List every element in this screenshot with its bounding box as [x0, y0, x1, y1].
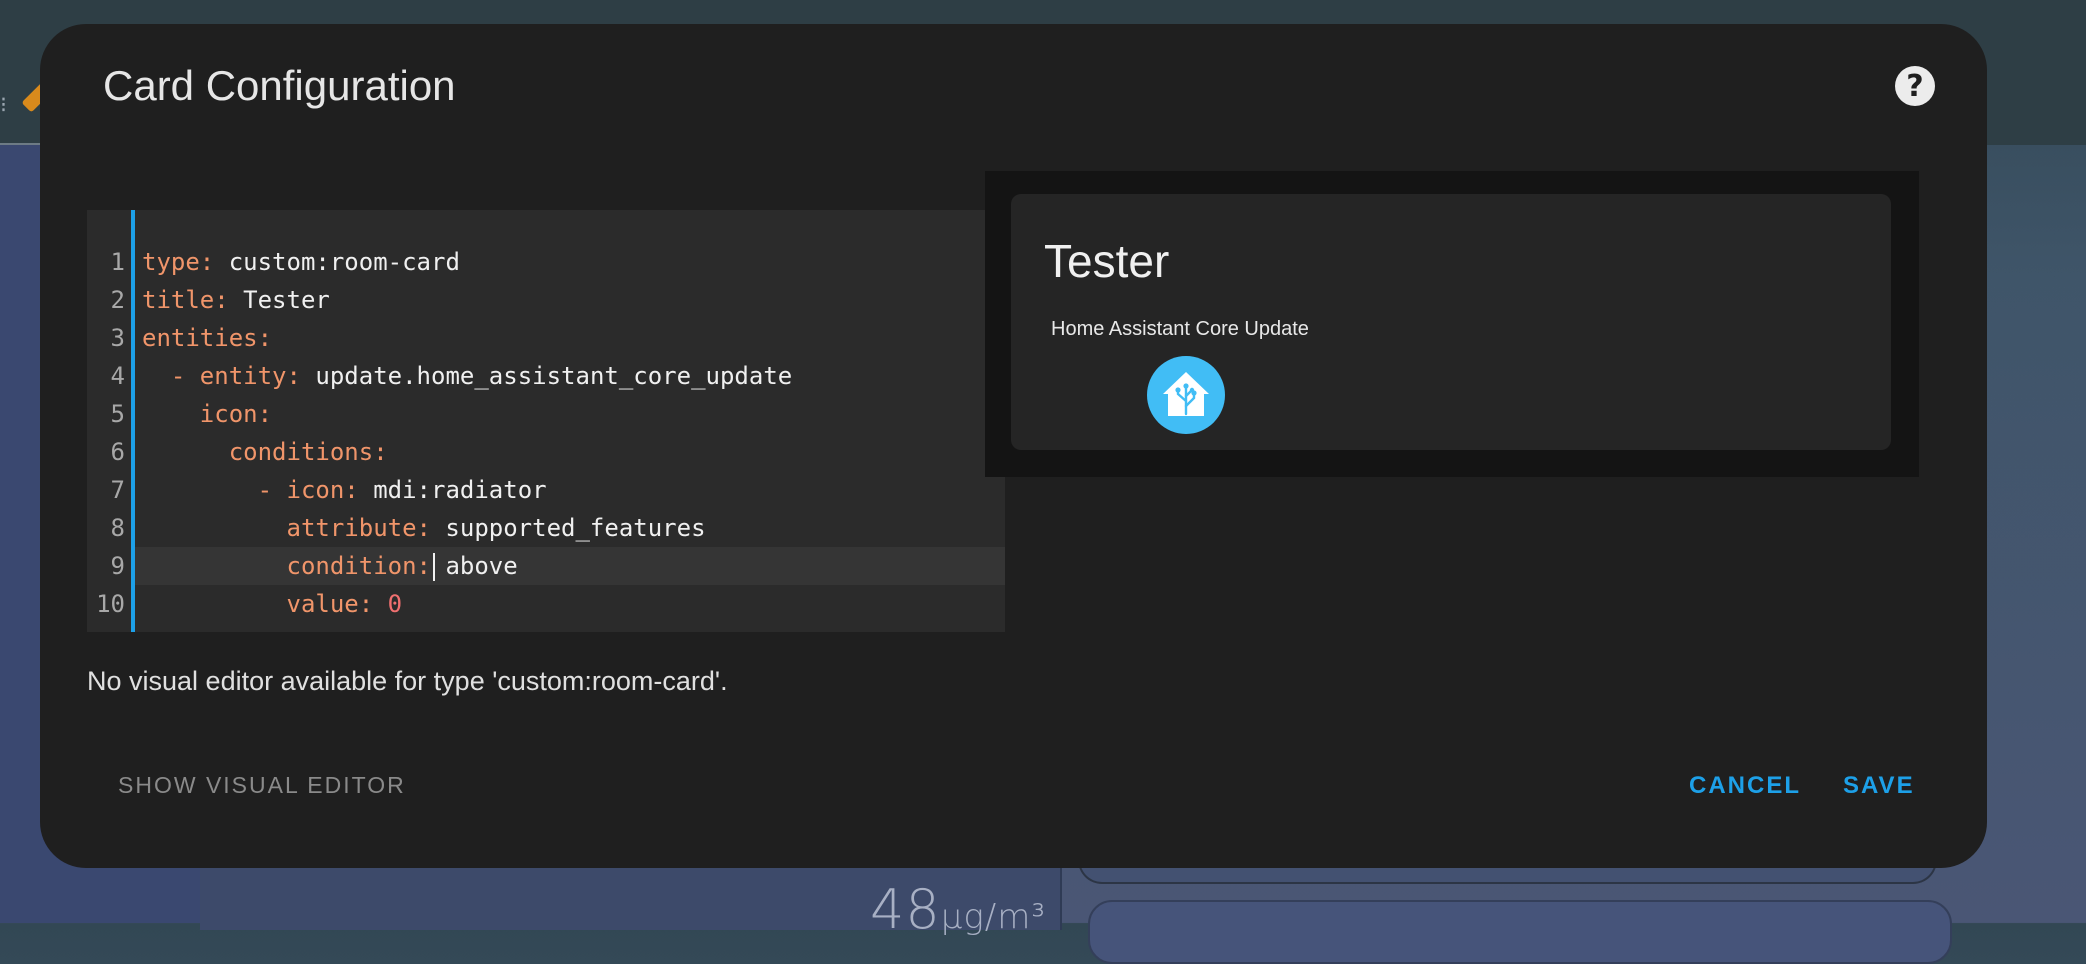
yaml-value: update.home_assistant_core_update: [300, 362, 793, 390]
code-line[interactable]: 7 - icon: mdi:radiator: [87, 471, 1005, 509]
line-number: 8: [110, 514, 125, 542]
line-number: 2: [110, 286, 125, 314]
yaml-value: Tester: [228, 286, 330, 314]
yaml-key: icon:: [142, 400, 273, 428]
yaml-value: mdi:radiator: [358, 476, 547, 504]
yaml-key: title:: [142, 286, 229, 314]
yaml-code-editor[interactable]: 1 type: custom:room-card 2 title: Tester…: [87, 210, 1005, 632]
code-line[interactable]: 6 conditions:: [87, 433, 1005, 471]
yaml-value: custom:room-card: [214, 248, 460, 276]
code-line[interactable]: 4 - entity: update.home_assistant_core_u…: [87, 357, 1005, 395]
yaml-key: attribute:: [142, 514, 431, 542]
background-card: [1088, 900, 1952, 964]
code-line[interactable]: 10 value: 0: [87, 585, 1005, 623]
line-number: 4: [110, 362, 125, 390]
no-visual-editor-notice: No visual editor available for type 'cus…: [87, 666, 728, 696]
line-number: 9: [110, 552, 125, 580]
dialog-title: Card Configuration: [103, 62, 456, 109]
line-number: 7: [110, 476, 125, 504]
line-number: 10: [96, 590, 125, 618]
save-button[interactable]: SAVE: [1843, 772, 1915, 800]
yaml-value: supported_features: [430, 514, 706, 542]
yaml-key: - entity:: [142, 362, 301, 390]
line-number: 5: [110, 400, 125, 428]
background-menu-icon: ⁝: [0, 92, 7, 117]
sensor-unit: µg/m³: [940, 897, 1046, 937]
code-line[interactable]: 1 type: custom:room-card: [87, 243, 1005, 281]
yaml-key: - icon:: [142, 476, 359, 504]
line-number: 1: [110, 248, 125, 276]
preview-card-title: Tester: [1044, 235, 1170, 287]
yaml-key: conditions:: [142, 438, 388, 466]
home-assistant-icon[interactable]: [1147, 356, 1225, 434]
yaml-value: above: [431, 552, 518, 580]
cancel-button[interactable]: CANCEL: [1689, 772, 1801, 800]
line-number: 6: [110, 438, 125, 466]
room-card-preview: Tester Home Assistant Core Update: [1011, 194, 1891, 450]
yaml-key: value:: [142, 590, 374, 618]
code-line[interactable]: 3 entities:: [87, 319, 1005, 357]
sensor-value: 48: [870, 878, 941, 941]
help-circle-icon[interactable]: ?: [1895, 66, 1935, 106]
code-line[interactable]: 5 icon:: [87, 395, 1005, 433]
background-sensor-value: 48µg/m³: [870, 878, 1046, 941]
yaml-key: condition:: [286, 552, 432, 580]
yaml-key: type:: [142, 248, 215, 276]
yaml-key: entities:: [142, 324, 273, 352]
code-line[interactable]: 8 attribute: supported_features: [87, 509, 1005, 547]
show-visual-editor-button[interactable]: SHOW VISUAL EDITOR: [118, 772, 406, 799]
yaml-value: 0: [373, 590, 403, 618]
line-number: 3: [110, 324, 125, 352]
entity-name: Home Assistant Core Update: [1051, 318, 1309, 340]
code-line[interactable]: 2 title: Tester: [87, 281, 1005, 319]
active-code-line[interactable]: 9 condition: above: [111, 547, 1005, 585]
